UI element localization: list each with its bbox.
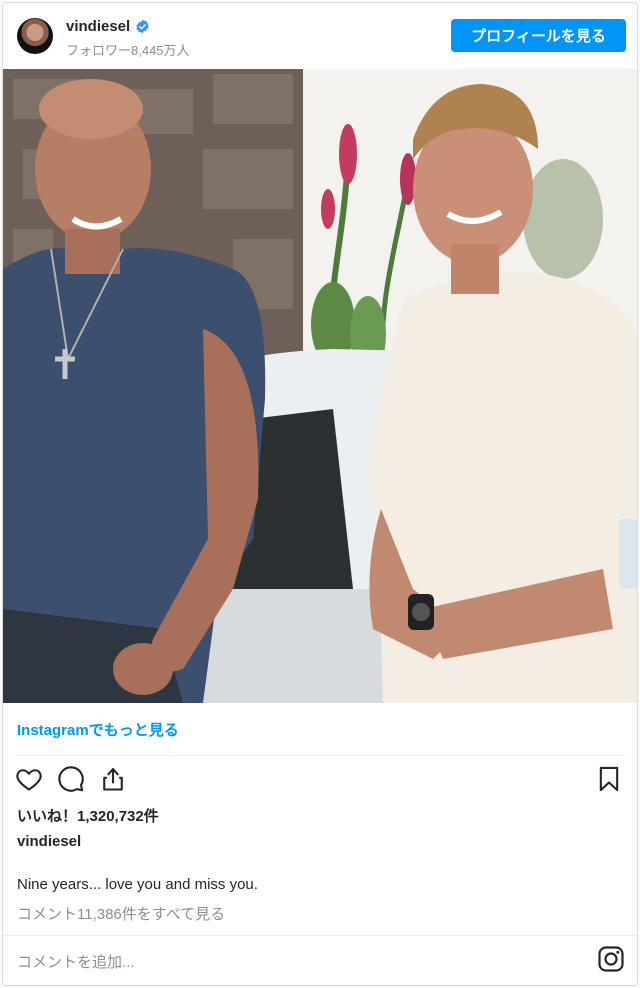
instagram-embed-card: vindiesel フォロワー8,445万人 プロフィールを見る Instagr… — [2, 2, 638, 986]
caption-text: Nine years... love you and miss you. — [17, 876, 258, 893]
divider — [15, 755, 625, 756]
bookmark-icon[interactable] — [595, 765, 625, 795]
comment-icon[interactable] — [57, 765, 87, 795]
caption-username[interactable]: vindiesel — [17, 833, 81, 850]
follower-count: フォロワー8,445万人 — [66, 43, 190, 58]
heart-icon[interactable] — [15, 765, 45, 795]
user-line: vindiesel — [66, 18, 150, 35]
avatar[interactable] — [17, 18, 53, 54]
post-photo-illustration — [3, 69, 637, 703]
view-profile-button[interactable]: プロフィールを見る — [451, 19, 626, 52]
share-icon[interactable] — [99, 765, 129, 795]
username[interactable]: vindiesel — [66, 18, 130, 35]
action-bar — [3, 763, 637, 799]
instagram-logo-icon[interactable] — [597, 945, 625, 973]
add-comment-input[interactable]: コメントを追加... — [17, 951, 135, 972]
view-all-comments-link[interactable]: コメント11,386件をすべて見る — [17, 903, 225, 924]
instagram-more-link[interactable]: Instagramでもっと見る — [17, 719, 179, 740]
verified-badge-icon — [135, 19, 150, 34]
post-photo[interactable] — [3, 69, 637, 703]
post-header: vindiesel フォロワー8,445万人 プロフィールを見る — [3, 3, 637, 69]
divider — [3, 935, 637, 936]
like-count[interactable]: いいね！1,320,732件 — [17, 805, 159, 826]
